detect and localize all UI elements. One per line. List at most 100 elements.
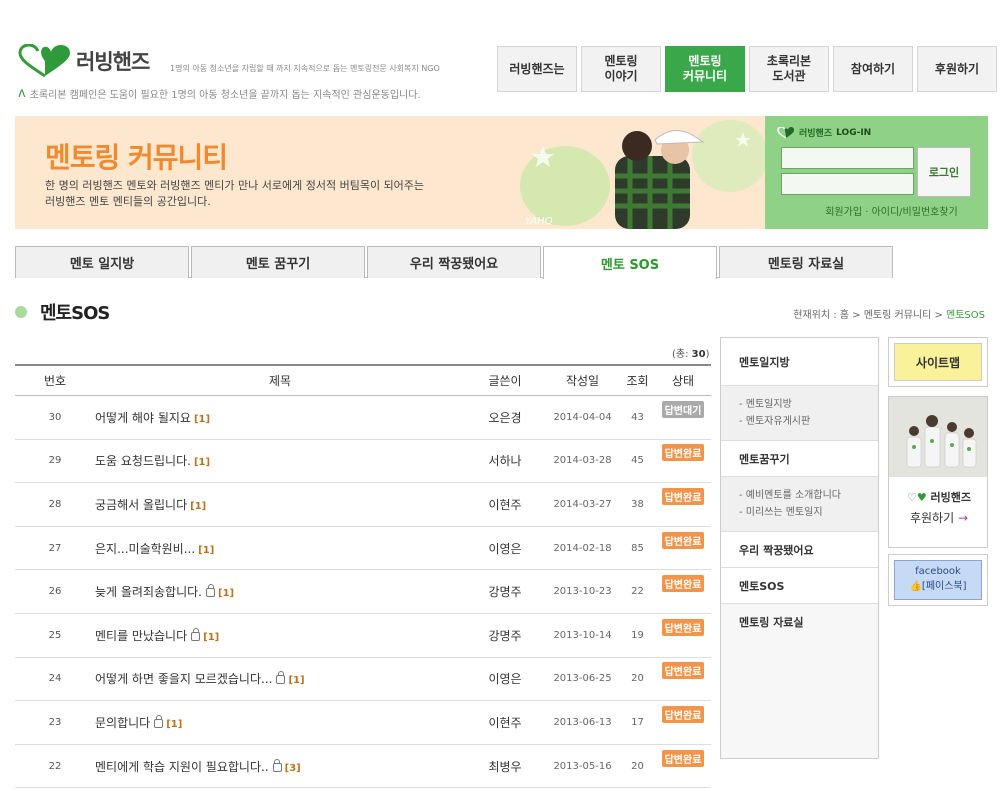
gnb-community[interactable]: 멘토링 커뮤니티 xyxy=(665,46,745,92)
lock-icon xyxy=(191,627,201,641)
table-row[interactable]: 23 문의합니다 [1] 이현주 2013-06-13 17 답변완료 xyxy=(15,701,711,745)
row-no: 24 xyxy=(48,673,62,685)
tab-mentor-diary[interactable]: 멘토 일지방 xyxy=(15,246,189,278)
tab-mentor-dream[interactable]: 멘토 꿈꾸기 xyxy=(191,246,365,278)
comment-count: [1] xyxy=(193,413,211,425)
row-title-text[interactable]: 궁금해서 올립니다 xyxy=(95,498,187,512)
row-title-text[interactable]: 멘티에게 학습 지원이 필요합니다.. xyxy=(95,760,269,774)
gnb-about[interactable]: 러빙핸즈는 xyxy=(497,46,577,92)
col-status: 상태 xyxy=(671,374,695,388)
side-sub-diary-2[interactable]: - 멘토자유게시판 xyxy=(739,413,878,430)
col-writer: 글쓴이 xyxy=(488,374,522,388)
table-row[interactable]: 30 어떻게 해야 될지요 [1] 오은경 2014-04-04 43 답변대기 xyxy=(15,396,711,440)
row-title-text[interactable]: 은지...미술학원비... xyxy=(95,542,195,556)
col-title: 제목 xyxy=(268,374,292,388)
row-no: 23 xyxy=(48,716,62,728)
tab-resources[interactable]: 멘토링 자료실 xyxy=(719,246,893,278)
tab-mentor-sos[interactable]: 멘토 SOS xyxy=(543,246,717,279)
breadcrumb: 현재위치 : 홈 > 멘토링 커뮤니티 > 멘토SOS xyxy=(793,306,985,321)
tab-partner[interactable]: 우리 짝꿍됐어요 xyxy=(367,246,541,278)
table-row[interactable]: 27 은지...미술학원비... [1] 이영은 2014-02-18 85 답변완료 xyxy=(15,527,711,571)
row-title[interactable]: 문의합니다 [1] xyxy=(95,714,465,731)
side-item-mentor-sos[interactable]: 멘토SOS xyxy=(721,568,878,604)
status-badge: 답변완료 xyxy=(661,444,705,462)
facebook-kr-text: [페이스북] xyxy=(921,581,967,592)
side-sub-diary-1[interactable]: - 멘토일지방 xyxy=(739,396,878,413)
comment-count: [3] xyxy=(284,762,301,774)
row-writer: 이영은 xyxy=(488,672,522,687)
facebook-button[interactable]: facebook 👍[페이스북] xyxy=(894,560,982,600)
side-sub-dream-1[interactable]: - 예비멘토를 소개합니다 xyxy=(739,487,878,504)
side-item-resources[interactable]: 멘토링 자료실 xyxy=(721,604,878,640)
login-title: LOG-IN xyxy=(836,127,872,138)
row-no: 26 xyxy=(48,586,62,598)
row-title[interactable]: 멘티에게 학습 지원이 필요합니다.. [3] xyxy=(95,758,465,775)
sitemap-button[interactable]: 사이트맵 xyxy=(894,343,982,381)
logo-text: 러빙핸즈 xyxy=(76,50,150,74)
row-no: 28 xyxy=(48,498,62,510)
gnb-library[interactable]: 초록리본 도서관 xyxy=(749,46,829,92)
row-title-text[interactable]: 문의합니다 xyxy=(95,716,150,730)
row-views: 38 xyxy=(631,498,644,510)
row-title[interactable]: 어떻게 하면 좋을지 모르겠습니다... [1] xyxy=(95,670,465,687)
table-row[interactable]: 24 어떻게 하면 좋을지 모르겠습니다... [1] 이영은 2013-06-25 20… xyxy=(15,658,711,702)
row-title-text[interactable]: 어떻게 해야 될지요 xyxy=(95,411,191,425)
community-banner: 멘토링 커뮤니티 한 명의 러빙핸즈 멘토와 러빙핸즈 멘티가 만나 서로에게 … xyxy=(15,116,765,229)
status-badge: 답변완료 xyxy=(661,749,705,767)
row-title-text[interactable]: 어떻게 하면 좋을지 모르겠습니다... xyxy=(95,672,272,686)
side-item-mentor-dream[interactable]: 멘토꿈꾸기 xyxy=(721,441,878,477)
global-nav: 러빙핸즈는 멘토링 이야기 멘토링 커뮤니티 초록리본 도서관 참여하기 후원하… xyxy=(497,46,997,92)
thumbs-up-icon: 👍 xyxy=(909,581,922,592)
family-photo-image xyxy=(889,397,987,477)
col-no: 번호 xyxy=(43,374,67,388)
table-row[interactable]: 28 궁금해서 올립니다 [1] 이현주 2014-03-27 38 답변완료 xyxy=(15,483,711,527)
table-row[interactable]: 25 멘티를 만났습니다 [1] 강명주 2013-10-14 19 답변완료 xyxy=(15,614,711,658)
row-status: 답변완료 xyxy=(655,487,711,513)
row-title[interactable]: 어떻게 해야 될지요 [1] xyxy=(95,409,465,426)
table-row[interactable]: 22 멘티에게 학습 지원이 필요합니다.. [3] 최병우 2013-05-16 20 답… xyxy=(15,745,711,789)
row-title[interactable]: 도움 요청드립니다. [1] xyxy=(95,452,465,469)
row-title[interactable]: 멘티를 만났습니다 [1] xyxy=(95,627,465,644)
gnb-story[interactable]: 멘토링 이야기 xyxy=(581,46,661,92)
row-title-text[interactable]: 늦게 올려죄송합니다. xyxy=(95,585,202,599)
page-root: 러빙핸즈 1명의 아동 청소년을 자립할 때 까지 지속적으로 돕는 멘토링전문… xyxy=(0,0,1000,789)
login-box: 러빙핸즈 LOG-IN 로그인 회원가입 · 아이디/비밀번호찾기 xyxy=(765,116,988,229)
row-date: 2013-06-25 xyxy=(553,673,612,685)
col-date: 작성일 xyxy=(565,374,600,388)
side-item-partner[interactable]: 우리 짝꿍됐어요 xyxy=(721,532,878,568)
row-writer: 서하나 xyxy=(488,454,522,469)
row-title[interactable]: 늦게 올려죄송합니다. [1] xyxy=(95,583,465,600)
row-title[interactable]: 은지...미술학원비... [1] xyxy=(95,540,465,557)
login-links[interactable]: 회원가입 · 아이디/비밀번호찾기 xyxy=(765,203,988,218)
status-badge: 답변완료 xyxy=(661,575,705,593)
row-views: 19 xyxy=(631,629,644,641)
row-writer: 오은경 xyxy=(488,410,522,425)
row-no: 29 xyxy=(48,455,62,467)
row-title[interactable]: 궁금해서 올립니다 [1] xyxy=(95,496,465,513)
logo[interactable]: 러빙핸즈 xyxy=(18,44,150,78)
table-row[interactable]: 26 늦게 올려죄송합니다. [1] 강명주 2013-10-23 22 답변완료 xyxy=(15,570,711,614)
board-rows: 30 어떻게 해야 될지요 [1] 오은경 2014-04-04 43 답변대기 29 도움 요… xyxy=(15,396,711,789)
gnb-participate[interactable]: 참여하기 xyxy=(833,46,913,92)
title-dot-icon xyxy=(15,306,27,318)
row-status: 답변완료 xyxy=(655,531,711,557)
id-input[interactable] xyxy=(781,147,914,169)
side-item-mentor-diary[interactable]: 멘토일지방 xyxy=(721,338,878,386)
row-title-text[interactable]: 멘티를 만났습니다 xyxy=(95,629,187,643)
password-input[interactable] xyxy=(781,173,914,195)
gnb-donate[interactable]: 후원하기 xyxy=(917,46,997,92)
row-title-text[interactable]: 도움 요청드립니다. xyxy=(95,454,191,468)
status-badge: 답변완료 xyxy=(661,705,705,723)
page-title-text: 멘토SOS xyxy=(40,303,110,324)
breadcrumb-path: 현재위치 : 홈 > 멘토링 커뮤니티 > xyxy=(793,310,947,321)
side-sub-dream-2[interactable]: - 미리쓰는 멘토일지 xyxy=(739,504,878,521)
row-date: 2014-02-18 xyxy=(553,542,612,554)
row-status: 답변완료 xyxy=(655,444,711,469)
row-writer: 이영은 xyxy=(488,541,522,556)
login-button[interactable]: 로그인 xyxy=(917,147,971,197)
table-row[interactable]: 29 도움 요청드립니다. [1] 서하나 2014-03-28 45 답변완료 xyxy=(15,440,711,484)
support-banner[interactable]: ♡♥ 러빙핸즈 후원하기 → xyxy=(888,396,988,548)
status-badge: 답변완료 xyxy=(661,487,705,505)
cap-text: YAHO xyxy=(525,216,553,227)
row-no: 27 xyxy=(48,542,62,554)
